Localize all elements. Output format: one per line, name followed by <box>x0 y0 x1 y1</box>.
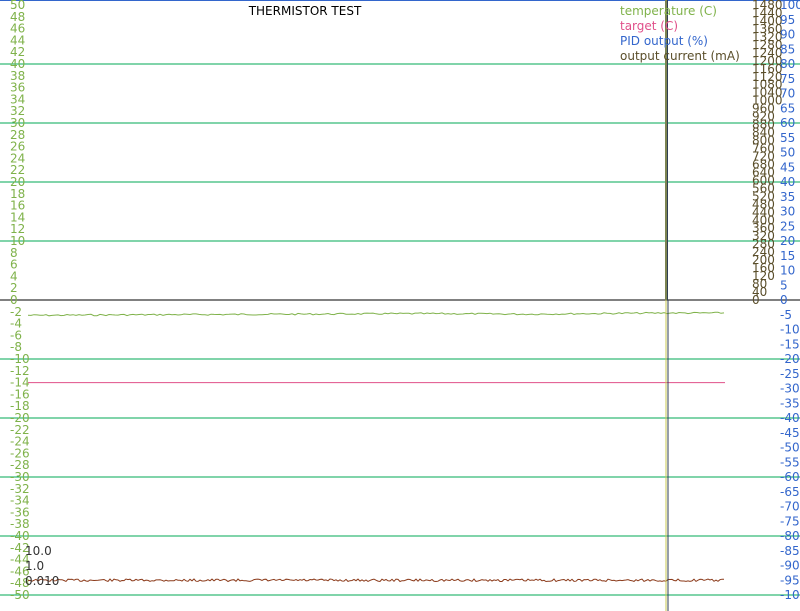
pid-tick-label: 95 <box>780 13 795 27</box>
pid-tick-label: -95 <box>780 573 800 587</box>
pid-tick-label: 45 <box>780 160 795 174</box>
pid-axis-ticks: 1009590858075706560555045403530252015105… <box>780 0 800 602</box>
left-tick-label: -50 <box>10 588 30 602</box>
pid-tick-label: -100 <box>780 588 800 602</box>
pid-tick-label: -10 <box>780 323 800 337</box>
pid-tick-label: -65 <box>780 485 800 499</box>
gain-readout-1: 10.0 <box>25 544 52 558</box>
left-axis-ticks: 5048464442403836343230282624222018161412… <box>10 0 30 602</box>
pid-tick-label: 35 <box>780 190 795 204</box>
pid-tick-label: 60 <box>780 116 795 130</box>
pid-tick-label: -45 <box>780 426 800 440</box>
pid-tick-label: -50 <box>780 441 800 455</box>
legend-output-current: output current (mA) <box>620 49 740 63</box>
gain-readout-3: 0.010 <box>25 574 59 588</box>
current-tick-label: 0 <box>752 293 760 307</box>
pid-tick-label: 20 <box>780 234 795 248</box>
pid-tick-label: 0 <box>780 293 788 307</box>
pid-tick-label: 85 <box>780 42 795 56</box>
pid-tick-label: -80 <box>780 529 800 543</box>
pid-tick-label: 70 <box>780 87 795 101</box>
chart-title: THERMISTOR TEST <box>248 4 362 18</box>
pid-tick-label: 5 <box>780 278 788 292</box>
pid-tick-label: -35 <box>780 396 800 410</box>
pid-tick-label: 80 <box>780 57 795 71</box>
thermistor-chart: 5048464442403836343230282624222018161412… <box>0 0 800 611</box>
pid-tick-label: 65 <box>780 101 795 115</box>
pid-tick-label: 90 <box>780 28 795 42</box>
legend-pid-output: PID output (%) <box>620 34 708 48</box>
legend-target: target (C) <box>620 19 678 33</box>
pid-tick-label: 40 <box>780 175 795 189</box>
pid-tick-label: -20 <box>780 352 800 366</box>
pid-tick-label: -85 <box>780 544 800 558</box>
series-lines <box>27 311 725 583</box>
output-current-line <box>27 578 725 583</box>
gridlines <box>0 0 800 596</box>
pid-tick-label: -25 <box>780 367 800 381</box>
cursor-lines[interactable] <box>665 0 669 611</box>
pid-tick-label: 25 <box>780 219 795 233</box>
pid-tick-label: 30 <box>780 205 795 219</box>
pid-tick-label: -75 <box>780 514 800 528</box>
pid-tick-label: -15 <box>780 337 800 351</box>
gain-readout-2: 1.0 <box>25 559 44 573</box>
pid-tick-label: -40 <box>780 411 800 425</box>
pid-tick-label: -90 <box>780 559 800 573</box>
pid-tick-label: -70 <box>780 500 800 514</box>
current-axis-ticks: 1480144014001360132012801240120011601120… <box>752 0 783 307</box>
pid-tick-label: 75 <box>780 72 795 86</box>
pid-tick-label: 50 <box>780 146 795 160</box>
pid-tick-label: 15 <box>780 249 795 263</box>
pid-tick-label: 100 <box>780 0 800 12</box>
pid-tick-label: -5 <box>780 308 792 322</box>
pid-tick-label: 10 <box>780 264 795 278</box>
pid-tick-label: -55 <box>780 455 800 469</box>
pid-tick-label: -30 <box>780 382 800 396</box>
pid-tick-label: -60 <box>780 470 800 484</box>
pid-tick-label: 55 <box>780 131 795 145</box>
legend: temperature (C) target (C) PID output (%… <box>620 4 740 63</box>
temperature-line <box>27 311 725 317</box>
legend-temperature: temperature (C) <box>620 4 717 18</box>
gain-readouts: 10.0 1.0 0.010 <box>25 544 59 588</box>
